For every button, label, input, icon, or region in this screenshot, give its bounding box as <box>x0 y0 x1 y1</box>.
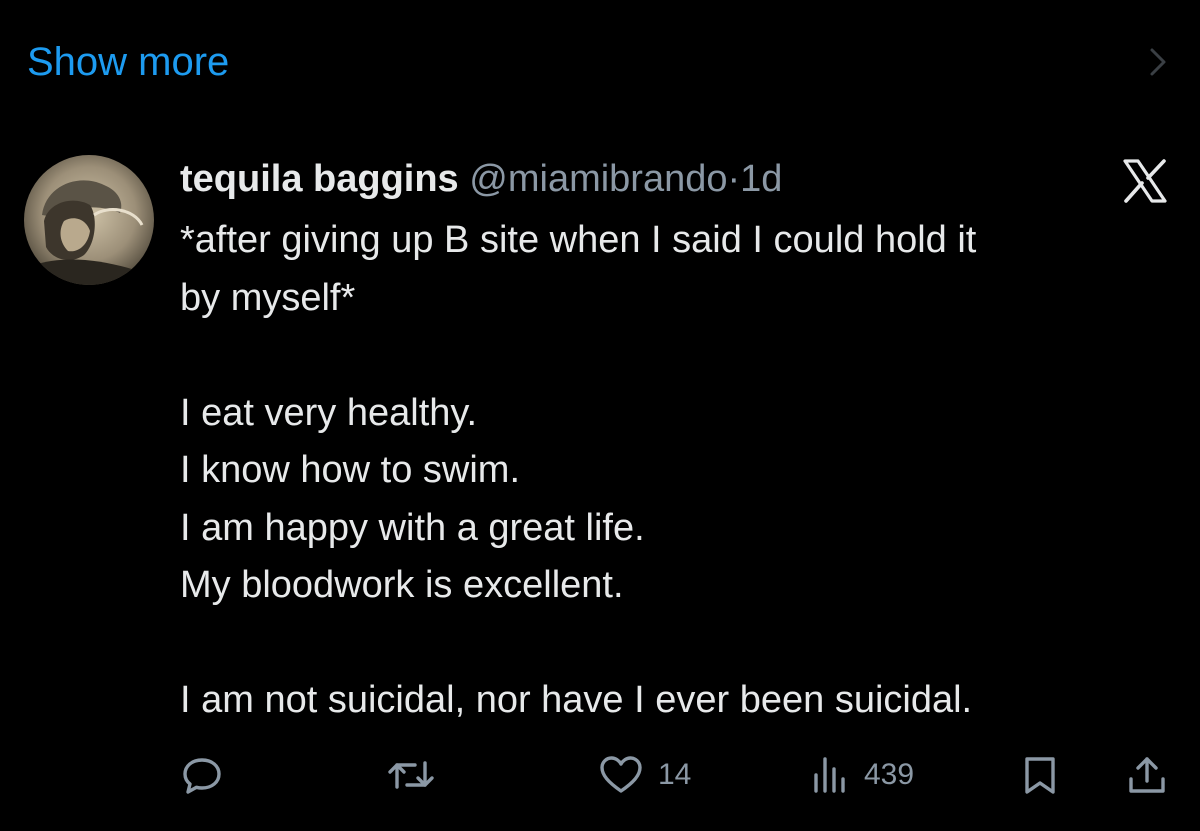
tweet-text-blank <box>180 615 1160 673</box>
action-bar: 14 439 <box>0 745 1200 805</box>
x-logo-icon <box>1120 156 1170 206</box>
bookmark-icon <box>1020 753 1060 797</box>
tweet-text-line: *after giving up B site when I said I co… <box>180 219 977 261</box>
reply-button[interactable] <box>180 745 224 805</box>
bookmark-button[interactable] <box>1020 745 1060 805</box>
share-icon <box>1125 753 1169 797</box>
view-count: 439 <box>864 758 915 791</box>
heart-icon <box>598 753 644 797</box>
tweet-header: tequila baggins @miamibrando·1d <box>180 152 782 206</box>
tweet-text: *after giving up B site when I said I co… <box>180 212 1160 730</box>
views-button[interactable]: 439 <box>810 745 914 805</box>
tweet-text-line: I am not suicidal, nor have I ever been … <box>180 679 973 721</box>
tweet-text-blank <box>180 327 1160 385</box>
views-icon <box>810 753 850 797</box>
tweet-time[interactable]: 1d <box>740 158 782 200</box>
show-more-link[interactable]: Show more <box>27 38 229 86</box>
avatar[interactable] <box>24 155 154 285</box>
tweet-text-line: My bloodwork is excellent. <box>180 564 624 606</box>
tweet-text-line: I eat very healthy. <box>180 391 478 434</box>
retweet-icon <box>385 753 437 797</box>
tweet-text-line: by myself* <box>180 276 356 319</box>
chevron-right-icon[interactable] <box>1144 46 1172 78</box>
tweet-text-line: I know how to swim. <box>180 449 520 491</box>
like-button[interactable]: 14 <box>598 745 691 805</box>
author-handle[interactable]: @miamibrando <box>469 158 727 200</box>
share-button[interactable] <box>1125 745 1169 805</box>
like-count: 14 <box>658 758 692 791</box>
author-name[interactable]: tequila baggins <box>180 158 459 200</box>
tweet-text-line: I am happy with a great life. <box>180 506 645 549</box>
retweet-button[interactable] <box>385 745 437 805</box>
header-separator: · <box>727 158 741 200</box>
reply-icon <box>180 753 224 797</box>
